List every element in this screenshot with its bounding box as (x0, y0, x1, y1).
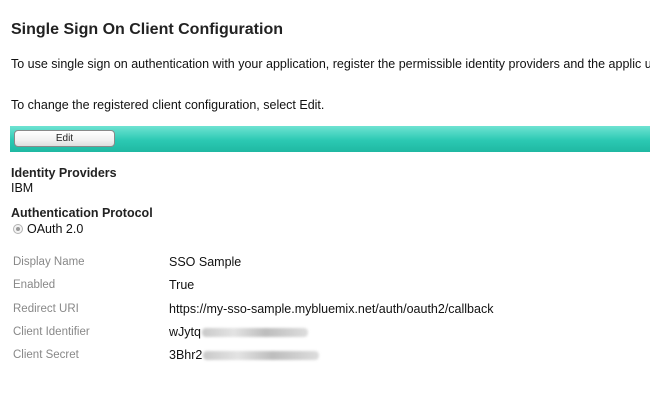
client-identifier-label: Client Identifier (13, 326, 90, 338)
client-identifier-prefix: wJytq (169, 325, 201, 339)
enabled-value: True (169, 278, 195, 292)
enabled-label: Enabled (13, 279, 56, 291)
identity-providers-label: Identity Providers (11, 166, 117, 180)
authentication-protocol-label: Authentication Protocol (11, 206, 153, 220)
identity-providers-value: IBM (11, 181, 34, 195)
client-secret-value: 3Bhr2 (169, 348, 320, 362)
change-instructions: To change the registered client configur… (11, 98, 325, 112)
client-secret-prefix: 3Bhr2 (169, 348, 203, 362)
action-toolbar: Edit (10, 126, 650, 152)
client-identifier-value: wJytq (169, 325, 308, 339)
radio-selected-icon[interactable] (13, 224, 23, 234)
display-name-label: Display Name (13, 256, 85, 268)
display-name-value: SSO Sample (169, 255, 242, 269)
client-secret-label: Client Secret (13, 349, 79, 361)
redirect-uri-value: https://my-sso-sample.mybluemix.net/auth… (169, 302, 494, 316)
redacted-blur-icon (201, 327, 308, 337)
edit-button[interactable]: Edit (14, 130, 115, 147)
sso-config-page: Single Sign On Client Configuration To u… (0, 0, 650, 407)
redacted-blur-icon (203, 350, 320, 360)
oauth-radio-label: OAuth 2.0 (27, 222, 84, 236)
page-title: Single Sign On Client Configuration (11, 21, 283, 38)
redirect-uri-label: Redirect URI (13, 303, 79, 315)
intro-text: To use single sign on authentication wit… (11, 57, 650, 71)
oauth-radio-option[interactable]: OAuth 2.0 (13, 222, 83, 236)
